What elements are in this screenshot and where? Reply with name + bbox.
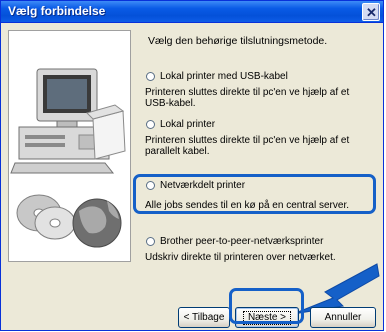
cancel-button[interactable]: Annuller <box>310 307 376 328</box>
radio-local[interactable] <box>146 120 155 129</box>
instruction-text: Vælg den behørige tilslutningsmetode. <box>148 35 328 47</box>
radio-peer-to-peer[interactable] <box>146 237 155 246</box>
option-peer-to-peer-label: Brother peer-to-peer-netværksprinter <box>160 236 324 247</box>
title-bar[interactable]: Vælg forbindelse ✕ <box>1 1 383 23</box>
radio-usb[interactable] <box>146 72 155 81</box>
illustration-graphic <box>10 68 126 248</box>
window-title: Vælg forbindelse <box>8 4 106 18</box>
option-local[interactable]: Lokal printer Printeren sluttes direkte … <box>143 119 373 157</box>
option-usb-label: Lokal printer med USB-kabel <box>160 71 288 82</box>
dialog-client: Vælg den behørige tilslutningsmetode. Lo… <box>1 24 383 330</box>
option-local-label: Lokal printer <box>160 119 216 130</box>
dialog-window: Vælg forbindelse ✕ Vælg den behørige til… <box>0 0 384 331</box>
option-local-description: Printeren sluttes direkte til pc'en ve h… <box>145 135 350 157</box>
highlight-network-option <box>133 174 376 214</box>
close-button[interactable]: ✕ <box>362 3 380 21</box>
computer-cd-globe-illustration <box>8 30 131 262</box>
highlight-next-button <box>229 288 304 324</box>
back-button[interactable]: < Tilbage <box>178 307 230 328</box>
option-usb[interactable]: Lokal printer med USB-kabel Printeren sl… <box>143 71 373 109</box>
option-usb-description: Printeren sluttes direkte til pc'en ve h… <box>145 87 350 109</box>
option-peer-to-peer[interactable]: Brother peer-to-peer-netværksprinter Uds… <box>143 236 373 263</box>
close-icon: ✕ <box>366 5 377 20</box>
